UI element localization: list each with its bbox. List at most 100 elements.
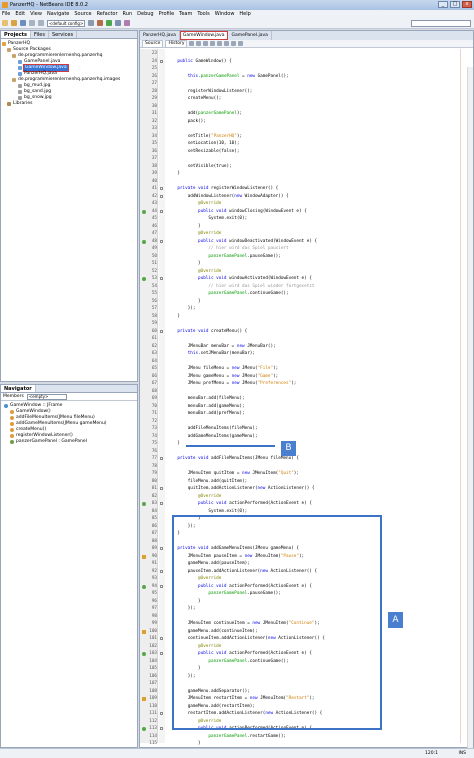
history-button[interactable]: History [165, 39, 188, 48]
line-number: 57 [151, 306, 157, 311]
override-icon[interactable] [142, 652, 146, 656]
fold-toggle-icon[interactable] [160, 457, 163, 460]
hint-bulb-icon[interactable] [142, 629, 146, 634]
menu-window[interactable]: Window [215, 11, 235, 17]
tab-projects[interactable]: Projects [1, 31, 32, 38]
find-icon[interactable] [203, 41, 209, 46]
fold-toggle-icon[interactable] [160, 637, 163, 640]
minimize-button[interactable]: _ [438, 1, 448, 8]
build-icon[interactable] [88, 20, 94, 26]
line-number: 49 [151, 246, 157, 251]
tab-navigator[interactable]: Navigator [1, 385, 36, 392]
fold-toggle-icon[interactable] [160, 727, 163, 730]
image-file-icon [18, 96, 22, 100]
code-line: 46 } [140, 223, 473, 231]
menu-tools[interactable]: Tools [197, 11, 209, 17]
menu-debug[interactable]: Debug [137, 11, 153, 17]
fold-toggle-icon[interactable] [160, 209, 163, 213]
members-select[interactable]: <empty> [26, 393, 67, 400]
fold-toggle-icon[interactable] [160, 59, 163, 63]
override-icon[interactable] [142, 209, 146, 214]
override-icon[interactable] [142, 584, 146, 589]
code-text: setVisible(true); [167, 163, 232, 169]
tab-files[interactable]: Files [31, 31, 49, 38]
comment-icon[interactable] [231, 41, 237, 46]
line-number: 41 [151, 186, 157, 191]
back-icon[interactable] [189, 41, 195, 46]
line-number: 91 [151, 561, 157, 566]
menu-help[interactable]: Help [239, 11, 250, 17]
tree-item[interactable]: Libraries [2, 101, 137, 107]
code-line: 27 [140, 80, 473, 88]
tab-services[interactable]: Services [49, 31, 78, 38]
fold-toggle-icon[interactable] [160, 194, 163, 198]
hint-bulb-icon[interactable] [142, 697, 146, 701]
maximize-button[interactable]: □ [450, 1, 460, 8]
menu-source[interactable]: Source [74, 11, 91, 17]
new-project-icon[interactable] [2, 20, 8, 26]
java-file-icon [18, 60, 22, 64]
fold-toggle-icon[interactable] [160, 487, 163, 490]
search-input[interactable] [411, 20, 471, 27]
save-all-icon[interactable] [20, 20, 26, 26]
fold-toggle-icon[interactable] [160, 329, 163, 333]
line-number: 29 [151, 96, 157, 101]
override-icon[interactable] [142, 277, 146, 281]
profile-icon[interactable] [124, 20, 130, 26]
menu-navigate[interactable]: Navigate [47, 11, 69, 17]
line-number: 52 [151, 268, 157, 274]
uncomment-icon[interactable] [238, 41, 244, 46]
toggle-bookmark-icon[interactable] [210, 41, 216, 46]
fold-toggle-icon[interactable] [160, 584, 163, 588]
menu-refactor[interactable]: Refactor [97, 11, 118, 17]
menu-edit[interactable]: Edit [15, 11, 25, 17]
navigator-item[interactable]: panzerGamePanel : GamePanel [2, 439, 137, 445]
code-line: 23 [140, 50, 473, 58]
method-icon [10, 428, 14, 432]
override-icon[interactable] [142, 239, 146, 244]
clean-build-icon[interactable] [97, 20, 103, 26]
projects-tabs: Projects Files Services [1, 31, 137, 39]
code-text: menuBar.add(gameMenu); [167, 403, 245, 409]
line-number: 24 [151, 58, 157, 64]
menu-file[interactable]: File [2, 11, 10, 17]
code-line: 78 [140, 463, 473, 471]
shift-right-icon[interactable] [224, 41, 230, 46]
open-project-icon[interactable] [11, 20, 17, 26]
menu-run[interactable]: Run [123, 11, 133, 17]
fold-toggle-icon[interactable] [160, 712, 163, 715]
navigator-tree: GameWindow :: JFrame GameWindow() addFileM… [1, 401, 137, 445]
config-select[interactable]: <default config> [47, 19, 85, 27]
override-icon[interactable] [142, 502, 146, 506]
fold-toggle-icon[interactable] [160, 569, 163, 573]
override-icon[interactable] [142, 727, 146, 731]
code-text: setTitle("PanzerHQ"); [167, 133, 243, 139]
menu-view[interactable]: View [30, 11, 42, 17]
fold-toggle-icon[interactable] [160, 652, 163, 655]
source-button[interactable]: Source [142, 39, 164, 48]
code-line: 80 fileMenu.add(quitItem); [140, 478, 473, 486]
vertical-scrollbar[interactable] [467, 67, 473, 758]
run-icon[interactable] [106, 20, 112, 26]
menu-profile[interactable]: Profile [159, 11, 175, 17]
undo-icon[interactable] [29, 20, 35, 26]
code-line: 33 [140, 125, 473, 133]
fold-toggle-icon[interactable] [160, 547, 163, 550]
redo-icon[interactable] [38, 20, 44, 26]
tree-item[interactable]: de.programmierenlernenhq.panzerhq.images [2, 77, 137, 83]
fold-toggle-icon[interactable] [160, 239, 163, 243]
fold-toggle-icon[interactable] [160, 502, 163, 505]
menu-team[interactable]: Team [179, 11, 192, 17]
fold-toggle-icon[interactable] [160, 187, 163, 190]
fold-toggle-icon[interactable] [160, 277, 163, 280]
close-button[interactable]: x [462, 1, 472, 8]
forward-icon[interactable] [196, 41, 202, 46]
shift-left-icon[interactable] [217, 41, 223, 46]
line-number: 71 [151, 411, 157, 416]
hint-bulb-icon[interactable] [142, 554, 146, 559]
line-number: 35 [151, 141, 157, 146]
code-text: panzerGamePanel.pauseGame(); [208, 253, 281, 259]
editor-tab[interactable]: GamePanel.java [228, 31, 272, 40]
debug-icon[interactable] [115, 20, 121, 26]
package-folder-icon [7, 48, 11, 52]
